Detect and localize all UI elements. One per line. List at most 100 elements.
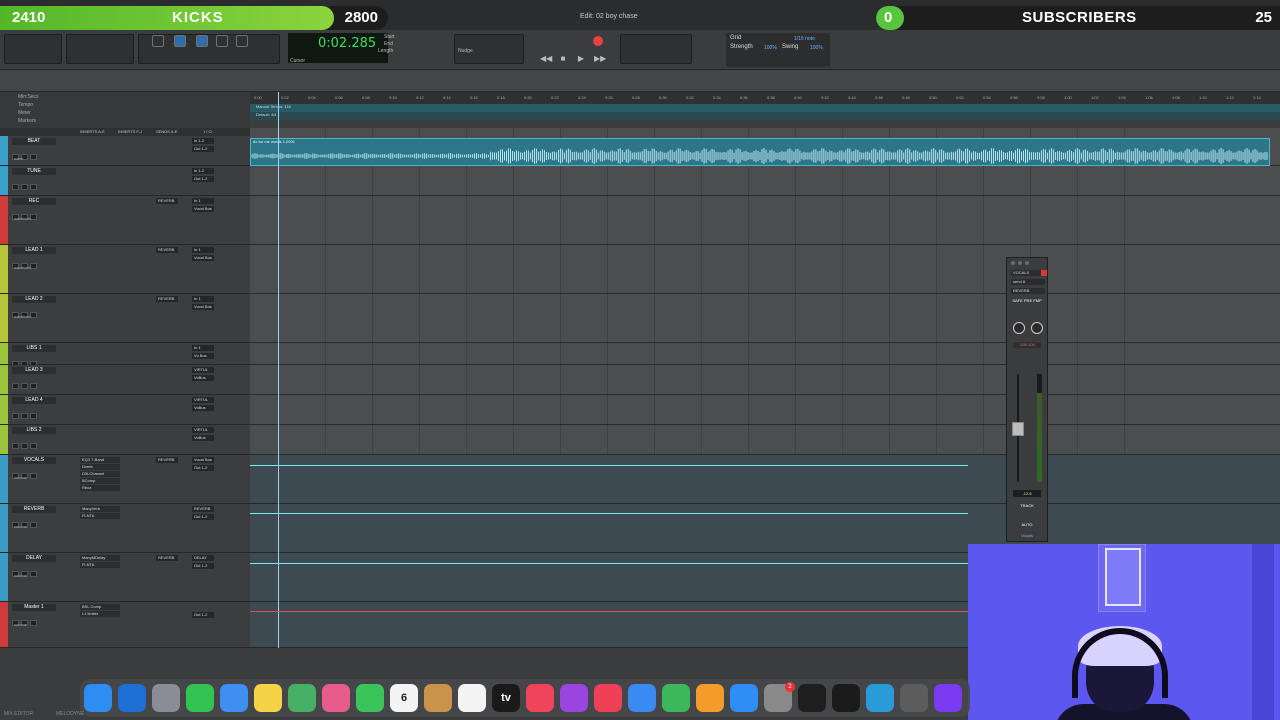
track-name[interactable]: TUNE bbox=[12, 168, 56, 175]
mixer-send-slot[interactable]: send A bbox=[1011, 279, 1045, 285]
send-slot[interactable]: REVERB bbox=[156, 555, 178, 561]
input-slot[interactable]: VIRTUL bbox=[192, 397, 214, 403]
mixer-bottom-name[interactable]: Vocals bbox=[1009, 533, 1045, 538]
track-row[interactable]: VOCALS volume EQ3 7-Band Dverb D3LChannel BCo… bbox=[0, 455, 250, 504]
track-lane[interactable] bbox=[250, 455, 1280, 504]
music-icon[interactable] bbox=[526, 684, 554, 712]
mute-button[interactable] bbox=[30, 383, 37, 389]
track-lane[interactable]: do for me words 1.0001 bbox=[250, 136, 1280, 166]
tempo-ruler[interactable]: Manual Tempo: 118 bbox=[250, 104, 1280, 112]
track-row[interactable]: LEAD 3 VIRTUL VoBus bbox=[0, 365, 250, 395]
playhead[interactable] bbox=[278, 92, 279, 648]
utility-icon[interactable] bbox=[900, 684, 928, 712]
track-view-mode[interactable]: wave bbox=[14, 156, 23, 161]
output-slot[interactable]: Out 1-2 bbox=[192, 146, 214, 152]
track-view-mode[interactable]: volume bbox=[14, 524, 27, 529]
close-icon[interactable] bbox=[1011, 261, 1015, 265]
edit-mode-group[interactable] bbox=[4, 34, 62, 64]
input-slot[interactable]: In 1 bbox=[192, 296, 214, 302]
track-row[interactable]: LIBS 1 In 1 Vo Bus bbox=[0, 343, 250, 367]
mixer-send-dest[interactable]: REVERB bbox=[1011, 288, 1045, 294]
pages-icon[interactable] bbox=[696, 684, 724, 712]
meter-ruler[interactable]: Default: 4/4 bbox=[250, 112, 1280, 120]
track-name[interactable]: LEAD 3 bbox=[12, 367, 56, 374]
input-slot[interactable]: VIRTUL bbox=[192, 367, 214, 373]
send-slot[interactable]: REVERB bbox=[156, 457, 178, 463]
news-icon[interactable] bbox=[594, 684, 622, 712]
pan-values[interactable]: -100 100 bbox=[1013, 342, 1041, 348]
track-view-mode[interactable]: waveform bbox=[14, 314, 31, 319]
pencil-tool-icon[interactable] bbox=[236, 35, 248, 47]
rec-arm-button[interactable] bbox=[12, 413, 19, 419]
maps-icon[interactable] bbox=[288, 684, 316, 712]
waves-icon[interactable] bbox=[866, 684, 894, 712]
record-button[interactable] bbox=[593, 36, 603, 46]
rec-arm-button[interactable] bbox=[12, 383, 19, 389]
floating-mixer-strip[interactable]: VOCALS send A REVERB SAFE PRE FMP -100 1… bbox=[1006, 257, 1048, 542]
output-slot[interactable]: Vo Bus bbox=[192, 353, 214, 359]
swing-value[interactable]: 100% bbox=[810, 45, 823, 51]
pan-right-knob[interactable] bbox=[1031, 322, 1043, 334]
mute-button[interactable] bbox=[30, 473, 37, 479]
mixer-safe-pre-fmp[interactable]: SAFE PRE FMP bbox=[1009, 298, 1045, 303]
launchpad-icon[interactable] bbox=[152, 684, 180, 712]
track-name[interactable]: LEAD 2 bbox=[12, 296, 56, 303]
output-slot[interactable]: Vocal Bus bbox=[192, 304, 214, 310]
guitar-icon[interactable] bbox=[798, 684, 826, 712]
track-name[interactable]: DELAY bbox=[12, 555, 56, 562]
output-slot[interactable]: VoBus bbox=[192, 375, 214, 381]
insert-slot[interactable]: BSL Comp bbox=[80, 604, 120, 610]
pro-tools-icon[interactable] bbox=[934, 684, 962, 712]
trim-tool-icon[interactable] bbox=[174, 35, 186, 47]
automation-label[interactable]: AUTO bbox=[1009, 522, 1045, 527]
grid-nudge-panel[interactable]: Grid 1/16 note Strength 100% Swing 100% bbox=[726, 33, 830, 67]
track-view-mode[interactable]: volume bbox=[14, 475, 27, 480]
zoom-presets[interactable] bbox=[66, 34, 134, 64]
insert-slot[interactable]: D3LChannel bbox=[80, 471, 120, 477]
track-lane[interactable] bbox=[250, 166, 1280, 196]
track-view-mode[interactable]: volume bbox=[14, 622, 27, 627]
input-slot[interactable]: DELAY bbox=[192, 555, 214, 561]
safari-icon[interactable] bbox=[118, 684, 146, 712]
master-automation-line[interactable] bbox=[250, 611, 968, 612]
pan-left-knob[interactable] bbox=[1013, 322, 1025, 334]
track-lane[interactable] bbox=[250, 245, 1280, 294]
mixer-track-name[interactable]: VOCALS bbox=[1011, 270, 1045, 276]
stop-icon[interactable]: ■ bbox=[558, 54, 568, 64]
track-lane[interactable] bbox=[250, 294, 1280, 343]
insert-slot[interactable]: Fl-NTA bbox=[80, 513, 120, 519]
send-slot[interactable]: REVERB bbox=[156, 198, 178, 204]
calendar-icon[interactable]: 6 bbox=[390, 684, 418, 712]
track-lane[interactable] bbox=[250, 425, 1280, 455]
track-lane[interactable] bbox=[250, 365, 1280, 395]
selector-tool-icon[interactable] bbox=[196, 35, 208, 47]
volume-automation-line[interactable] bbox=[250, 563, 968, 564]
track-row[interactable]: LEAD 2 waveform REVERB In 1 Vocal Bus bbox=[0, 294, 250, 343]
track-name[interactable]: LEAD 1 bbox=[12, 247, 56, 254]
track-row[interactable]: TUNE in 1-2 Out 1-2 bbox=[0, 166, 250, 196]
volume-automation-line[interactable] bbox=[250, 465, 968, 466]
track-row[interactable]: Master 1 volume BSL Comp L1 limiter Out 1-2 bbox=[0, 602, 250, 648]
volume-automation-line[interactable] bbox=[250, 513, 968, 514]
volume-fader-handle[interactable] bbox=[1012, 422, 1024, 436]
solo-button[interactable] bbox=[21, 443, 28, 449]
play-icon[interactable]: ▶ bbox=[576, 54, 586, 64]
track-name[interactable]: REVERB bbox=[12, 506, 56, 513]
mail-icon[interactable] bbox=[220, 684, 248, 712]
input-slot[interactable]: In 1 bbox=[192, 247, 214, 253]
ilok-icon[interactable] bbox=[832, 684, 860, 712]
tv-icon[interactable]: tv bbox=[492, 684, 520, 712]
grid-value[interactable]: 1/16 note bbox=[794, 36, 815, 42]
strength-value[interactable]: 100% bbox=[764, 45, 777, 51]
track-name[interactable]: REC bbox=[12, 198, 56, 205]
track-row[interactable]: DELAY volume ManyMDelay Fl-NTA REVERB DELAY Ou… bbox=[0, 553, 250, 602]
output-slot[interactable]: Out 1-2 bbox=[192, 563, 214, 569]
track-row[interactable]: BEAT wave in 1-2 Out 1-2 bbox=[0, 136, 250, 166]
contacts-icon[interactable] bbox=[424, 684, 452, 712]
mute-button[interactable] bbox=[30, 620, 37, 626]
input-slot[interactable]: REVERB bbox=[192, 506, 214, 512]
timeline-ruler[interactable]: 0:00 0:02 0:04 0:06 0:08 0:10 0:12 0:14 0:16 0:18… bbox=[250, 92, 1280, 104]
send-slot[interactable]: REVERB bbox=[156, 247, 178, 253]
track-view-mode[interactable]: waveform bbox=[14, 265, 31, 270]
track-name[interactable]: VOCALS bbox=[12, 457, 56, 464]
